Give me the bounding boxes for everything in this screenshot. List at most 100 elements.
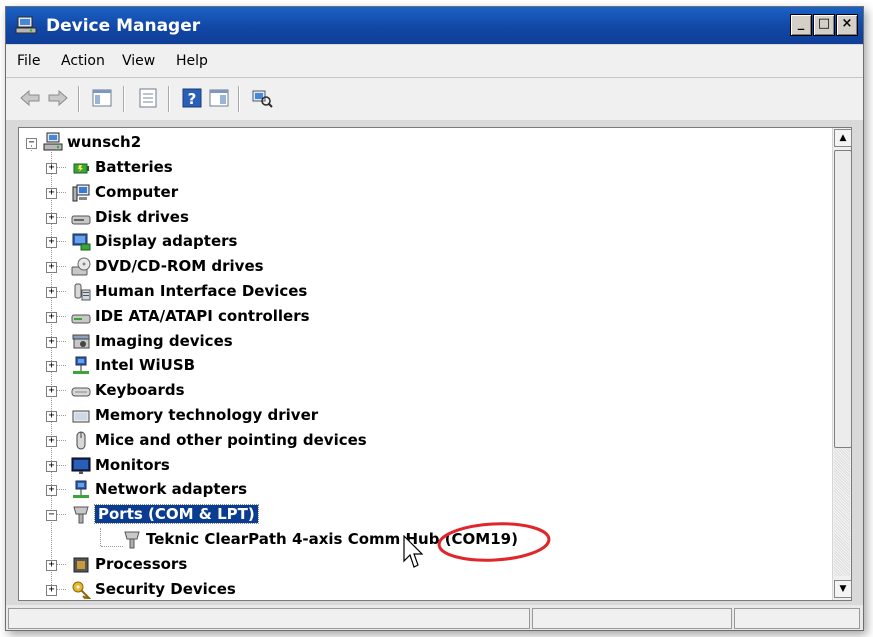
display-adapter-icon [72,233,91,251]
expand-button[interactable]: + [46,435,57,447]
tree-item-label: Processors [95,554,188,573]
mouse-cursor-icon [403,535,423,568]
scan-hardware-icon[interactable] [250,87,274,109]
status-panel-main [8,608,530,629]
monitor-icon [71,457,91,474]
tree-item-label: Computer [95,182,179,201]
hid-icon [74,283,91,301]
tree-item-label: Keyboards [95,381,185,400]
device-tree-panel: − wunsch2 + Batteries + Computer + Disk drive… [18,127,852,601]
tree-category-item[interactable]: + Network adapters [19,479,799,501]
tree-category-item[interactable]: + IDE ATA/ATAPI controllers [19,306,799,328]
expand-button[interactable]: + [46,163,57,174]
tree-item-label: Human Interface Devices [95,282,308,300]
device-tree[interactable]: − wunsch2 + Batteries + Computer + Disk drive… [19,128,833,600]
menu-action[interactable]: Action [61,53,105,69]
expand-button[interactable]: + [46,212,57,224]
network-adapter-icon [73,480,89,499]
tree-category-item[interactable]: + Computer [19,182,799,204]
mouse-icon [76,431,86,450]
tree-category-item[interactable]: + Human Interface Devices [19,281,799,303]
highlight-circle [437,522,551,562]
tree-item-label: Display adapters [95,232,238,251]
ide-controller-icon [71,314,91,324]
expand-button[interactable]: + [46,262,57,274]
properties-icon[interactable] [136,87,160,109]
keyboard-icon [71,387,91,397]
menu-view[interactable]: View [122,53,155,69]
action-pane-icon[interactable] [207,87,231,109]
minimize-button[interactable]: _ [790,14,812,36]
expand-button[interactable]: + [46,287,57,298]
tree-category-item[interactable]: + Imaging devices [19,331,799,353]
expand-button[interactable]: + [46,386,57,398]
tree-category-item[interactable]: + Security Devices [19,579,799,600]
disk-drive-icon [71,215,91,225]
tree-item-label: Imaging devices [95,331,233,350]
tree-category-item[interactable]: + Display adapters [19,231,799,253]
dvd-drive-icon [71,257,91,276]
expand-button[interactable]: + [46,460,57,472]
vertical-scrollbar[interactable]: ▲ ▼ [832,128,852,600]
scroll-track[interactable] [834,448,850,576]
tree-item-label: DVD/CD-ROM drives [95,257,264,276]
scroll-up-button[interactable]: ▲ [834,129,852,147]
tree-category-item[interactable]: + Mice and other pointing devices [19,430,799,452]
tree-item-label: Monitors [95,455,170,474]
tree-item-label: Security Devices [95,579,236,598]
tree-item-label: Mice and other pointing devices [95,430,367,449]
forward-arrow-icon[interactable] [46,87,70,109]
collapse-button[interactable]: − [46,510,57,522]
tree-category-item[interactable]: + Batteries [19,157,799,179]
tree-item-label: Ports (COM & LPT) [94,504,259,525]
port-icon [73,506,89,524]
expand-button[interactable]: + [46,584,57,596]
status-panel-right [734,608,860,629]
tree-item-label: IDE ATA/ATAPI controllers [95,306,310,325]
menu-bar: File Action View Help [6,45,863,78]
tree-category-item[interactable]: + Disk drives [19,207,799,229]
expand-button[interactable]: + [46,485,57,497]
toolbar: ? [6,78,863,120]
menu-help[interactable]: Help [176,53,208,69]
title-bar[interactable]: Device Manager _ □ × [6,7,863,44]
show-hide-tree-icon[interactable] [90,87,114,109]
expand-button[interactable]: + [46,237,57,249]
expand-button[interactable]: + [46,336,57,348]
help-icon[interactable]: ? [180,87,204,109]
device-manager-window: Device Manager _ □ × File Action View He… [5,6,864,631]
battery-icon [73,163,89,174]
camera-icon [72,334,90,349]
expand-button[interactable]: + [46,559,57,571]
window-title: Device Manager [46,16,201,36]
back-arrow-icon[interactable] [18,87,42,109]
tree-category-item[interactable]: + Keyboards [19,380,799,402]
processor-icon [73,557,89,573]
status-bar [6,605,863,630]
tree-category-item[interactable]: + DVD/CD-ROM drives [19,256,799,278]
network-icon [73,356,89,375]
tree-item-label: Network adapters [95,480,248,499]
tree-item-label: Intel WiUSB [95,356,196,375]
tree-root-label: wunsch2 [67,133,142,151]
expand-button[interactable]: + [46,311,57,323]
expand-button[interactable]: + [46,187,57,199]
tree-item-label: Memory technology driver [95,406,319,424]
svg-text:?: ? [188,90,197,108]
expand-button[interactable]: + [46,411,57,422]
computer-root-icon [43,132,63,151]
scroll-down-button[interactable]: ▼ [834,580,852,598]
menu-file[interactable]: File [17,53,40,69]
expand-button[interactable]: + [46,361,57,373]
tree-root[interactable]: − wunsch2 [19,132,419,154]
memory-icon [72,410,90,423]
tree-category-item[interactable]: + Monitors [19,455,799,477]
computer-icon [72,184,90,202]
key-icon [72,581,91,600]
maximize-button[interactable]: □ [813,14,835,36]
close-button[interactable]: × [836,14,858,36]
tree-category-item[interactable]: + Intel WiUSB [19,355,799,377]
tree-category-item[interactable]: + Memory technology driver [19,405,799,427]
tree-category-item[interactable]: − Ports (COM & LPT) [19,504,799,526]
scroll-thumb[interactable] [834,150,852,448]
